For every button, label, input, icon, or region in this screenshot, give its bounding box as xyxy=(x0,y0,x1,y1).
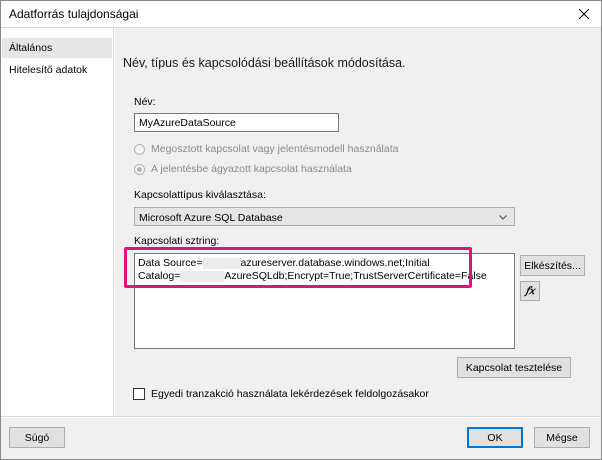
redacted-catalog xyxy=(180,270,225,282)
page-title: Név, típus és kapcsolódási beállítások m… xyxy=(123,56,406,70)
connection-string-input[interactable]: Data Source= azureserver.database.windows… xyxy=(134,253,515,349)
test-connection-button[interactable]: Kapcsolat tesztelése xyxy=(457,357,571,378)
name-input[interactable]: MyAzureDataSource xyxy=(134,113,339,132)
build-button[interactable]: Elkészítés... xyxy=(520,255,585,276)
radio-embedded-row[interactable]: A jelentésbe ágyazott kapcsolat használa… xyxy=(134,163,352,175)
content-area: Általános Hitelesítő adatok Név, típus é… xyxy=(1,27,601,417)
radio-shared-row[interactable]: Megosztott kapcsolat vagy jelentésmodell… xyxy=(134,143,398,155)
connection-type-select[interactable]: Microsoft Azure SQL Database xyxy=(134,207,515,226)
main-panel: Név, típus és kapcsolódási beállítások m… xyxy=(115,28,601,416)
single-transaction-row[interactable]: Egyedi tranzakció használata lekérdezése… xyxy=(133,388,429,400)
close-button[interactable] xyxy=(573,3,595,25)
redacted-server xyxy=(202,257,241,269)
expression-button[interactable]: 𝑓𝑥 xyxy=(520,281,540,301)
radio-embedded[interactable] xyxy=(134,163,145,175)
dialog-window: Adatforrás tulajdonságai Általános Hitel… xyxy=(0,0,602,460)
radio-embedded-label: A jelentésbe ágyazott kapcsolat használa… xyxy=(151,163,352,175)
single-transaction-label: Egyedi tranzakció használata lekérdezése… xyxy=(151,388,429,400)
connection-string-line-2: Catalog= AzureSQLdb;Encrypt=True;TrustSer… xyxy=(138,270,487,282)
sidebar: Általános Hitelesítő adatok xyxy=(1,28,114,416)
sidebar-item-credentials[interactable]: Hitelesítő adatok xyxy=(2,60,112,80)
title-bar: Adatforrás tulajdonságai xyxy=(1,1,601,27)
connection-type-value: Microsoft Azure SQL Database xyxy=(139,212,283,224)
single-transaction-checkbox[interactable] xyxy=(133,388,145,400)
connection-string-label: Kapcsolati sztring: xyxy=(134,235,220,247)
connection-type-label: Kapcsolattípus kiválasztása: xyxy=(134,189,266,201)
ok-button[interactable]: OK xyxy=(467,427,523,448)
chevron-down-icon xyxy=(499,215,507,220)
sidebar-item-general[interactable]: Általános xyxy=(2,38,112,58)
window-title: Adatforrás tulajdonságai xyxy=(9,7,139,21)
help-button[interactable]: Súgó xyxy=(9,427,65,448)
close-icon xyxy=(579,9,589,19)
radio-shared[interactable] xyxy=(134,143,145,155)
radio-shared-label: Megosztott kapcsolat vagy jelentésmodell… xyxy=(151,143,399,155)
name-label: Név: xyxy=(134,96,156,108)
connection-string-line-1: Data Source= azureserver.database.windows… xyxy=(138,257,430,269)
function-icon: 𝑓𝑥 xyxy=(525,285,535,297)
footer-bar: Súgó OK Mégse xyxy=(1,418,601,459)
cancel-button[interactable]: Mégse xyxy=(534,427,590,448)
